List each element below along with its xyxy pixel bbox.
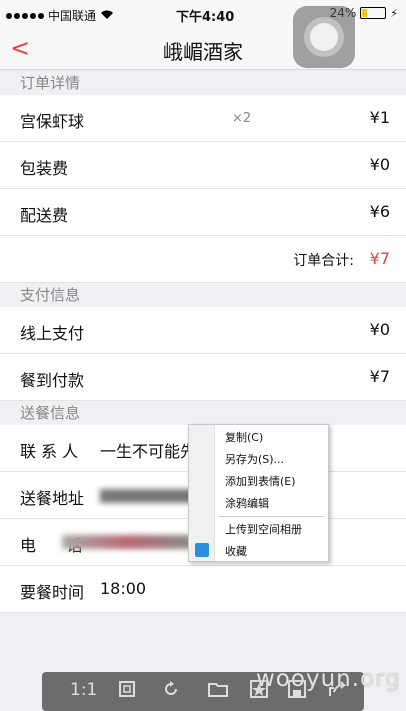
order-total-label: 订单合计: [293,253,354,269]
menu-item-copy[interactable]: 复制(C) [225,429,263,445]
menu-item-save-as[interactable]: 另存为(S)... [225,451,284,467]
order-section-title: 订单详情 [0,71,406,95]
menu-separator [219,516,324,517]
status-time: 下午4:40 [176,10,235,25]
actual-size-button[interactable]: 1:1 [70,680,97,700]
redacted-phone [62,535,192,549]
packaging-fee-row: 包装费 ¥0 [0,142,406,189]
fit-window-icon[interactable] [118,680,136,703]
item-name: 宫保虾球 [20,112,85,131]
carrier-name: 中国联通 [48,9,97,23]
item-amount: ¥1 [369,108,390,127]
carrier-info: 中国联通 [6,7,114,24]
item-qty: ×2 [232,111,252,126]
folder-icon[interactable] [208,680,228,703]
item-amount: ¥0 [369,155,390,174]
watermark-text: wooyun.org [256,666,401,692]
assistive-touch-button[interactable] [293,6,355,68]
menu-item-favorite[interactable]: 收藏 [225,543,247,559]
delivery-time-row: 要餐时间 18:00 [0,566,406,613]
item-name: 配送费 [20,206,69,225]
qq-logo-icon [195,543,209,557]
battery-icon [360,7,387,19]
cash-payment-amount: ¥7 [369,367,390,386]
item-name: 包装费 [20,159,69,178]
order-item-row: 宫保虾球 ×2 ¥1 [0,95,406,142]
menu-item-doodle-edit[interactable]: 涂鸦编辑 [225,495,269,511]
delivery-time-label: 要餐时间 [20,583,85,602]
order-total-amount: ¥7 [369,249,390,268]
cash-payment-label: 餐到付款 [20,371,85,390]
menu-item-add-emoji[interactable]: 添加到表情(E) [225,473,296,489]
menu-item-upload-album[interactable]: 上传到空间相册 [225,521,302,537]
wifi-icon [100,9,114,23]
address-label: 送餐地址 [20,489,85,508]
charging-icon: ⚡ [390,6,398,20]
cash-payment-row: 餐到付款 ¥7 [0,354,406,401]
context-menu: 复制(C) 另存为(S)... 添加到表情(E) 涂鸦编辑 上传到空间相册 收藏 [188,424,329,562]
online-payment-row: 线上支付 ¥0 [0,307,406,354]
payment-section-title: 支付信息 [0,283,406,307]
rotate-icon[interactable] [162,680,180,703]
delivery-time-value: 18:00 [100,579,147,598]
signal-icon [6,12,44,19]
online-payment-label: 线上支付 [20,324,85,343]
delivery-fee-row: 配送费 ¥6 [0,189,406,236]
delivery-section-title: 送餐信息 [0,401,406,425]
online-payment-amount: ¥0 [369,320,390,339]
contact-label: 联 系 人 [20,442,79,461]
order-total-row: 订单合计: ¥7 [0,236,406,283]
item-amount: ¥6 [369,202,390,221]
